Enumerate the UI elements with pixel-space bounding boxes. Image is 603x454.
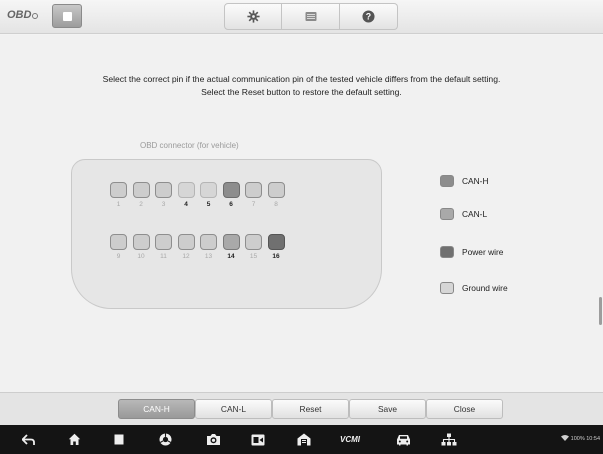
pin-number: 13 <box>204 253 213 260</box>
connector-title: OBD connector (for vehicle) <box>140 141 239 150</box>
instruction-line-1: Select the correct pin if the actual com… <box>102 74 501 84</box>
reset-button[interactable]: Reset <box>272 399 349 419</box>
pin-10[interactable] <box>132 234 150 250</box>
home-icon[interactable] <box>67 432 81 447</box>
legend-can-l: CAN-L <box>440 208 487 220</box>
legend-label: CAN-L <box>462 209 488 219</box>
pin-number: 12 <box>182 253 190 260</box>
pin-number: 3 <box>161 201 166 208</box>
pin-number: 1 <box>116 201 121 208</box>
legend-swatch <box>440 208 454 220</box>
pin-number: 7 <box>251 201 256 208</box>
legend-swatch <box>440 175 454 187</box>
legend-ground-wire: Ground wire <box>440 282 508 294</box>
obd-connector: 1 2 3 4 5 6 7 8 9 10 11 12 13 14 15 16 <box>71 159 382 309</box>
status-bar: 100% 10:54 <box>561 435 600 442</box>
settings-button[interactable] <box>224 3 282 30</box>
pin-11[interactable] <box>155 234 172 250</box>
pin-1[interactable] <box>110 182 127 198</box>
pin-7[interactable] <box>245 182 262 198</box>
pin-12[interactable] <box>177 234 195 250</box>
save-button[interactable]: Save <box>349 399 426 419</box>
pin-9[interactable] <box>110 234 127 250</box>
system-navbar: VCMI 100% 10:54 <box>0 425 603 454</box>
pin-number: 2 <box>139 201 143 208</box>
svg-text:?: ? <box>366 12 371 22</box>
network-icon[interactable] <box>441 432 457 447</box>
legend-label: Power wire <box>462 247 504 257</box>
plug-icon <box>32 13 39 19</box>
pin-number: 11 <box>160 253 167 260</box>
files-button[interactable] <box>282 3 340 30</box>
legend-label: Ground wire <box>462 283 508 293</box>
screen-record-icon[interactable] <box>250 432 265 447</box>
browser-icon[interactable] <box>158 432 172 447</box>
instruction-line-2: Select the Reset button to restore the d… <box>201 87 402 97</box>
can-l-button[interactable]: CAN-L <box>195 399 272 419</box>
vcmi-icon[interactable]: VCMI <box>339 432 361 447</box>
pin-number: 16 <box>272 253 280 260</box>
pin-15[interactable] <box>245 234 262 250</box>
wifi-icon <box>561 435 570 441</box>
toolbar-group: ? <box>224 3 398 30</box>
recent-apps-icon[interactable] <box>113 432 125 447</box>
close-button[interactable]: Close <box>426 399 503 419</box>
gear-icon <box>246 10 260 23</box>
pin-6[interactable] <box>222 182 240 198</box>
scrollbar[interactable] <box>599 297 602 325</box>
pin-4[interactable] <box>177 182 195 198</box>
help-button[interactable]: ? <box>340 3 398 30</box>
obd-logo: OBD <box>7 9 39 21</box>
legend-label: CAN-H <box>462 176 489 186</box>
camera-icon[interactable] <box>205 432 221 447</box>
pin-number: 5 <box>206 201 211 208</box>
pin-number: 9 <box>116 253 121 260</box>
pin-16[interactable] <box>267 234 285 250</box>
pin-number: 6 <box>229 201 233 208</box>
car-icon[interactable] <box>395 432 411 447</box>
obd-logo-text: OBD <box>7 9 32 21</box>
pin-selection-panel: Select the correct pin if the actual com… <box>0 35 603 392</box>
pin-13[interactable] <box>200 234 217 250</box>
pin-3[interactable] <box>155 182 172 198</box>
legend-power-wire: Power wire <box>440 246 503 258</box>
pin-number: 15 <box>249 253 258 260</box>
folder-icon <box>305 12 316 21</box>
home-garage-icon[interactable] <box>296 432 311 447</box>
legend-swatch <box>440 246 454 258</box>
pin-number: 4 <box>184 201 188 208</box>
pin-2[interactable] <box>132 182 150 198</box>
back-icon[interactable] <box>21 432 35 447</box>
pin-5[interactable] <box>200 182 217 198</box>
can-h-button[interactable]: CAN-H <box>118 399 195 419</box>
pin-14[interactable] <box>222 234 240 250</box>
status-text: 100% 10:54 <box>570 436 600 442</box>
help-icon: ? <box>362 10 375 23</box>
pin-number: 14 <box>227 253 235 260</box>
pin-number: 10 <box>137 253 145 260</box>
legend-swatch <box>440 282 454 294</box>
top-toolbar: OBD ? <box>0 0 603 34</box>
action-bar: CAN-H CAN-L Reset Save Close <box>0 392 603 425</box>
stop-icon <box>63 12 72 21</box>
pin-number: 8 <box>274 201 278 208</box>
pin-8[interactable] <box>267 182 285 198</box>
stop-button[interactable] <box>52 4 82 28</box>
legend-can-h: CAN-H <box>440 175 489 187</box>
instructions: Select the correct pin if the actual com… <box>0 73 603 99</box>
